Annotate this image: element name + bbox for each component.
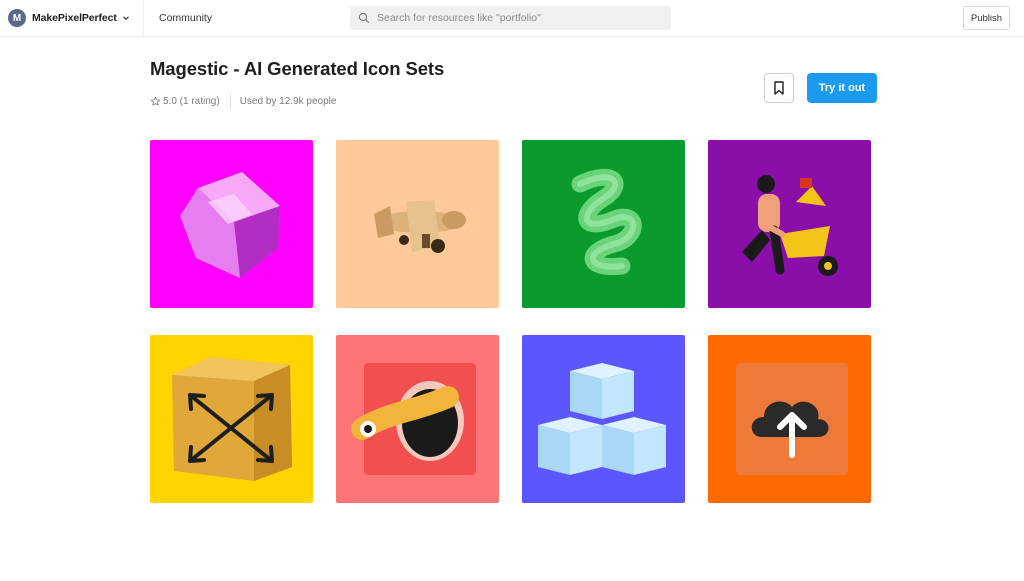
team-name: MakePixelPerfect [32,12,117,24]
gallery-tile[interactable] [150,140,313,308]
gallery-tile[interactable] [522,335,685,503]
avatar: M [8,9,26,27]
wheelbarrow-figure-icon [742,175,838,276]
team-switcher[interactable]: M MakePixelPerfect [8,9,130,27]
gallery-tile[interactable] [336,140,499,308]
search-icon [358,12,370,24]
glass-cubes-icon [538,363,666,475]
divider [229,94,231,108]
expand-arrows-box-icon [172,357,292,481]
try-it-out-button[interactable]: Try it out [807,73,877,103]
worm-in-hole-icon [351,363,476,475]
gallery-tile[interactable] [522,140,685,308]
top-bar: M MakePixelPerfect Community Publish [0,0,1024,37]
green-squiggle-icon [571,168,642,276]
page-title: Magestic - AI Generated Icon Sets [150,58,445,79]
chevron-down-icon [122,16,129,21]
star-icon [150,96,161,105]
divider [143,0,144,37]
usage-text: Used by 12.9k people [239,95,337,107]
publish-button[interactable]: Publish [963,6,1010,30]
gallery-tile[interactable] [708,335,871,503]
search-bar[interactable] [350,6,671,30]
community-link[interactable]: Community [159,12,212,24]
gallery-tile[interactable] [336,335,499,503]
gallery-tile[interactable] [708,140,871,308]
resource-meta: 5.0 (1 rating) Used by 12.9k people [150,94,336,108]
rating-text: 5.0 (1 rating) [163,95,220,107]
bookmark-button[interactable] [764,73,794,103]
wooden-airplane-icon [374,200,466,253]
gallery-tile[interactable] [150,335,313,503]
pink-crystal-gem-icon [180,172,280,278]
search-input[interactable] [377,12,667,24]
cloud-upload-icon [736,363,848,475]
bookmark-icon [774,81,784,95]
